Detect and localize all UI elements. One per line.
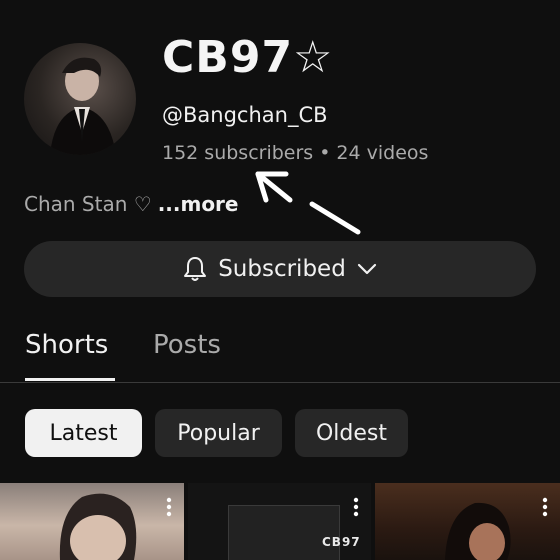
more-vert-icon[interactable] [542, 497, 548, 517]
channel-tabs: Shorts Posts [0, 322, 560, 383]
chip-popular[interactable]: Popular [155, 409, 282, 457]
chip-oldest[interactable]: Oldest [295, 409, 408, 457]
subscriber-count: 152 subscribers [162, 142, 314, 164]
description-text: Chan Stan ♡ [24, 192, 152, 216]
more-link[interactable]: ...more [158, 192, 239, 216]
thumbnail-image [228, 505, 340, 560]
thumbnail-image [59, 493, 137, 560]
more-vert-icon[interactable] [166, 497, 172, 517]
subscribed-button[interactable]: Subscribed [24, 241, 536, 297]
channel-name: CB97☆ [162, 32, 334, 83]
arrow-annotation [255, 171, 361, 235]
stats-separator: • [319, 142, 331, 164]
channel-stats: 152 subscribers • 24 videos [162, 142, 428, 164]
short-thumbnail[interactable]: CB97 [188, 483, 371, 560]
active-tab-indicator [25, 378, 115, 381]
avatar-image [50, 57, 116, 155]
sort-filter-chips: Latest Popular Oldest [0, 409, 560, 459]
chip-latest[interactable]: Latest [25, 409, 142, 457]
short-thumbnail[interactable] [0, 483, 184, 560]
thumbnail-watermark: CB97 [322, 535, 361, 549]
more-vert-icon[interactable] [353, 497, 359, 517]
tab-posts[interactable]: Posts [153, 330, 221, 360]
bell-icon [184, 257, 207, 281]
channel-handle: @Bangchan_CB [162, 103, 328, 127]
subscribed-label: Subscribed [218, 256, 346, 282]
channel-avatar[interactable] [24, 43, 136, 155]
chevron-down-icon [357, 263, 376, 275]
thumbnail-image [445, 502, 511, 560]
video-count: 24 videos [336, 142, 429, 164]
channel-description[interactable]: Chan Stan ♡ ...more [24, 192, 239, 216]
shorts-grid: CB97 [0, 483, 560, 560]
short-thumbnail[interactable] [375, 483, 560, 560]
tab-shorts[interactable]: Shorts [25, 330, 108, 360]
